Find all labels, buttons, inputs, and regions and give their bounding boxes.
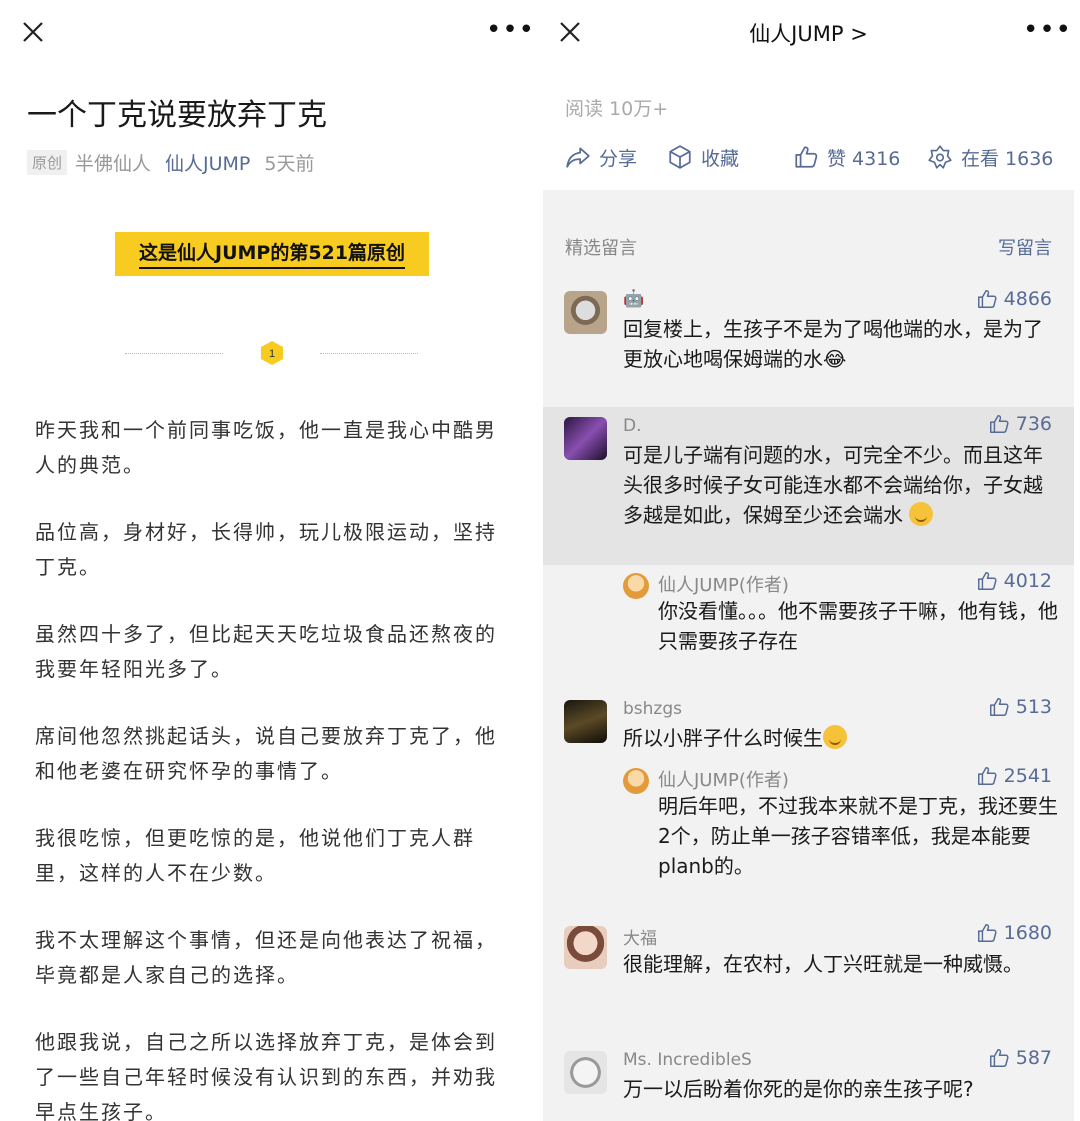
comment-item: bshzgs 513 所以小胖子什么时候生	[543, 690, 1074, 760]
comment-text-body: 可是儿子端有问题的水，可完全不少。而且这年头很多时候子女可能连水都不会端给你，子…	[623, 443, 1043, 527]
section-number-badge: 1	[259, 340, 285, 366]
comment-text-body: 所以小胖子什么时候生	[623, 726, 823, 750]
avatar[interactable]	[564, 700, 607, 743]
original-tag: 原创	[27, 150, 68, 175]
divider-right	[320, 353, 418, 354]
like-button[interactable]: 赞 4316	[793, 144, 927, 171]
paragraph: 他跟我说，自己之所以选择放弃丁克，是体会到了一些自己年轻时候没有认识到的东西，并…	[35, 1030, 497, 1121]
avatar[interactable]	[564, 417, 607, 460]
write-comment-link[interactable]: 写留言	[998, 234, 1052, 260]
reply-text: 明后年吧，不过我本来就不是丁克，我还要生2个，防止单一孩子容错率低，我是本能要p…	[658, 794, 1058, 878]
thumbs-up-icon	[977, 767, 997, 785]
thumbs-up-icon	[977, 924, 997, 942]
share-label: 分享	[599, 147, 638, 170]
comment-text: 可是儿子端有问题的水，可完全不少。而且这年头很多时候子女可能连水都不会端给你，子…	[623, 440, 1053, 530]
reply-text: 你没看懂。。。他不需要孩子干嘛，他有钱，他只需要孩子存在	[658, 599, 1058, 653]
comment-like-button[interactable]: 587	[988, 1047, 1052, 1069]
thumbs-up-icon	[795, 146, 818, 168]
avatar[interactable]	[564, 926, 607, 969]
like-count: 4866	[1003, 288, 1052, 310]
featured-comments-label: 精选留言	[565, 238, 637, 259]
comment-item: Ms. IncredibleS 587 万一以后盼着你死的是你的亲生孩子呢?	[543, 1042, 1074, 1121]
banner-text: 这是仙人JUMP的第521篇原创	[139, 238, 405, 269]
thumbs-up-icon	[989, 1049, 1009, 1067]
like-count: 1680	[1003, 922, 1052, 944]
avatar[interactable]	[564, 291, 607, 334]
account-link[interactable]: 仙人JUMP	[165, 153, 250, 175]
more-icon[interactable]: •••	[1023, 17, 1071, 43]
watching-count: 在看 1636	[961, 147, 1054, 170]
publish-time: 5天前	[264, 153, 315, 175]
like-count: 736	[1015, 413, 1052, 435]
comments-header: 仙人JUMP > ••• 阅读 10万+ 分享 收藏 赞 4316 在看 163…	[543, 0, 1074, 190]
commenter-name: Ms. IncredibleS	[623, 1050, 752, 1070]
avatar[interactable]	[564, 1051, 607, 1094]
like-count: 赞 4316	[827, 147, 901, 170]
paragraph: 虽然四十多了，但比起天天吃垃圾食品还熬夜的我要年轻阳光多了。	[35, 622, 497, 681]
share-button[interactable]: 分享	[565, 144, 667, 171]
comment-text: 回复楼上，生孩子不是为了喝他端的水，是为了更放心地喝保姆端的水😂	[623, 317, 1043, 371]
edge-margin	[1074, 0, 1080, 1121]
author-avatar[interactable]	[623, 573, 649, 599]
comments-panel: 仙人JUMP > ••• 阅读 10万+ 分享 收藏 赞 4316 在看 163…	[543, 0, 1074, 1121]
author-name: 半佛仙人	[75, 153, 152, 175]
section-number: 1	[269, 348, 275, 360]
like-count: 587	[1015, 1047, 1052, 1069]
thumbs-up-icon	[977, 290, 997, 308]
like-count: 2541	[1003, 765, 1052, 787]
paragraph: 我很吃惊，但更吃惊的是，他说他们丁克人群里，这样的人不在少数。	[35, 826, 475, 885]
author-avatar[interactable]	[623, 768, 649, 794]
thumbs-up-icon	[977, 572, 997, 590]
smile-emoji-icon	[909, 502, 934, 526]
comment-like-button[interactable]: 1680	[976, 922, 1052, 944]
reply-like-button[interactable]: 2541	[976, 765, 1052, 787]
commenter-name: 🤖	[623, 289, 645, 309]
read-count: 阅读 10万+	[565, 98, 669, 120]
comment-text: 所以小胖子什么时候生	[623, 723, 1053, 753]
comment-like-button[interactable]: 513	[988, 696, 1052, 718]
commenter-name: D.	[623, 416, 642, 436]
reply-author-name: 仙人JUMP(作者)	[658, 575, 789, 596]
action-bar: 分享 收藏 赞 4316 在看 1636	[565, 140, 1053, 174]
favorite-button[interactable]: 收藏	[667, 144, 793, 171]
comment-item: D. 736 可是儿子端有问题的水，可完全不少。而且这年头很多时候子女可能连水都…	[543, 407, 1074, 565]
article-meta: 原创 半佛仙人 仙人JUMP 5天前	[27, 149, 315, 176]
comment-like-button[interactable]: 4866	[976, 288, 1052, 310]
comment-item: 大福 1680 很能理解，在农村，人丁兴旺就是一种威慑。	[543, 916, 1074, 1016]
article-title: 一个丁克说要放弃丁克	[27, 98, 327, 133]
commenter-name: bshzgs	[623, 699, 682, 719]
screenshot: ••• 一个丁克说要放弃丁克 原创 半佛仙人 仙人JUMP 5天前 这是仙人JUMP的…	[0, 0, 1080, 1121]
more-icon[interactable]: •••	[486, 17, 534, 43]
paragraph: 品位高，身材好，长得帅，玩儿极限运动，坚持丁克。	[35, 520, 497, 579]
thumbs-up-icon	[989, 698, 1009, 716]
comment-text: 很能理解，在农村，人丁兴旺就是一种威慑。	[623, 952, 1023, 976]
close-icon[interactable]	[21, 20, 45, 44]
like-count: 4012	[1003, 570, 1052, 592]
divider-left	[125, 353, 223, 354]
original-count-banner: 这是仙人JUMP的第521篇原创	[115, 232, 429, 276]
paragraph: 我不太理解这个事情，但还是向他表达了祝福，毕竟都是人家自己的选择。	[35, 928, 497, 987]
comment-item: 🤖 4866 回复楼上，生孩子不是为了喝他端的水，是为了更放心地喝保姆端的水😂	[543, 280, 1074, 400]
paragraph: 席间他忽然挑起话头，说自己要放弃丁克了，他和他老婆在研究怀孕的事情了。	[35, 724, 497, 783]
reply-author-name: 仙人JUMP(作者)	[658, 770, 789, 791]
favorite-label: 收藏	[701, 147, 740, 170]
smile-emoji-icon	[823, 725, 847, 749]
article-topbar: •••	[0, 0, 540, 64]
hexagon-icon: 1	[261, 341, 283, 365]
article-panel: ••• 一个丁克说要放弃丁克 原创 半佛仙人 仙人JUMP 5天前 这是仙人JUMP的…	[0, 0, 540, 1121]
share-icon	[566, 147, 590, 168]
account-title[interactable]: 仙人JUMP >	[543, 18, 1074, 48]
thumbs-up-icon	[989, 415, 1009, 433]
watching-button[interactable]: 在看 1636	[927, 144, 1053, 171]
flower-icon	[928, 145, 952, 169]
cube-icon	[669, 145, 691, 169]
like-count: 513	[1015, 696, 1052, 718]
author-reply: 仙人JUMP(作者) 4012 你没看懂。。。他不需要孩子干嘛，他有钱，他只需要…	[543, 565, 1074, 665]
comment-text: 万一以后盼着你死的是你的亲生孩子呢?	[623, 1077, 974, 1101]
reply-like-button[interactable]: 4012	[976, 570, 1052, 592]
commenter-name: 大福	[623, 929, 657, 949]
comment-like-button[interactable]: 736	[988, 413, 1052, 435]
author-reply: 仙人JUMP(作者) 2541 明后年吧，不过我本来就不是丁克，我还要生2个，防…	[543, 760, 1074, 890]
paragraph: 昨天我和一个前同事吃饭，他一直是我心中酷男人的典范。	[35, 418, 497, 477]
